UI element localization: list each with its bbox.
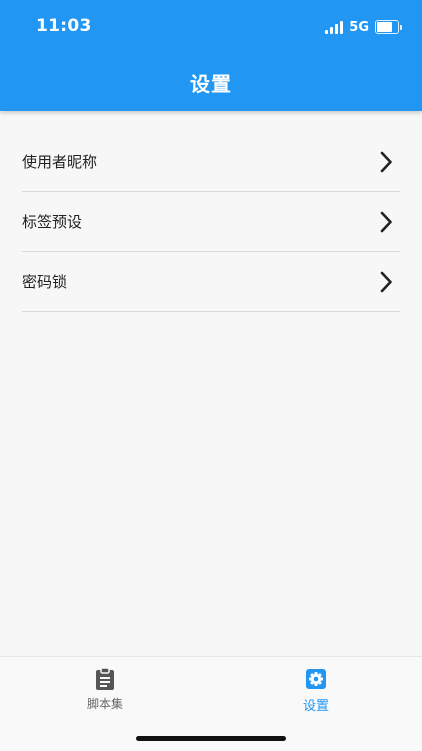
- settings-item-passcode-lock[interactable]: 密码锁: [22, 252, 400, 312]
- status-time: 11:03: [36, 16, 92, 36]
- chevron-right-icon: [378, 210, 394, 234]
- signal-icon: [325, 20, 344, 34]
- battery-icon: [375, 20, 402, 34]
- settings-item-label: 密码锁: [22, 273, 68, 291]
- home-indicator: [136, 736, 286, 741]
- clipboard-icon: [93, 667, 117, 691]
- settings-item-label: 使用者昵称: [22, 153, 98, 171]
- chevron-right-icon: [378, 150, 394, 174]
- network-label: 5G: [349, 19, 369, 35]
- battery-level: [377, 22, 392, 32]
- status-bar: 11:03 5G: [0, 0, 422, 54]
- tab-label: 脚本集: [86, 697, 123, 711]
- gear-icon: [304, 667, 328, 691]
- tab-label: 设置: [302, 699, 329, 714]
- settings-item-tag-presets[interactable]: 标签预设: [22, 192, 400, 252]
- app-header: 11:03 5G 设置: [0, 0, 422, 111]
- tab-scripts[interactable]: 脚本集: [45, 667, 165, 712]
- tab-settings[interactable]: 设置: [256, 667, 376, 714]
- settings-item-nickname[interactable]: 使用者昵称: [22, 132, 400, 192]
- chevron-right-icon: [378, 270, 394, 294]
- settings-item-label: 标签预设: [22, 213, 83, 231]
- status-indicators: 5G: [325, 18, 402, 36]
- page-title: 设置: [190, 72, 232, 96]
- settings-list: 使用者昵称 标签预设 密码锁: [22, 132, 400, 312]
